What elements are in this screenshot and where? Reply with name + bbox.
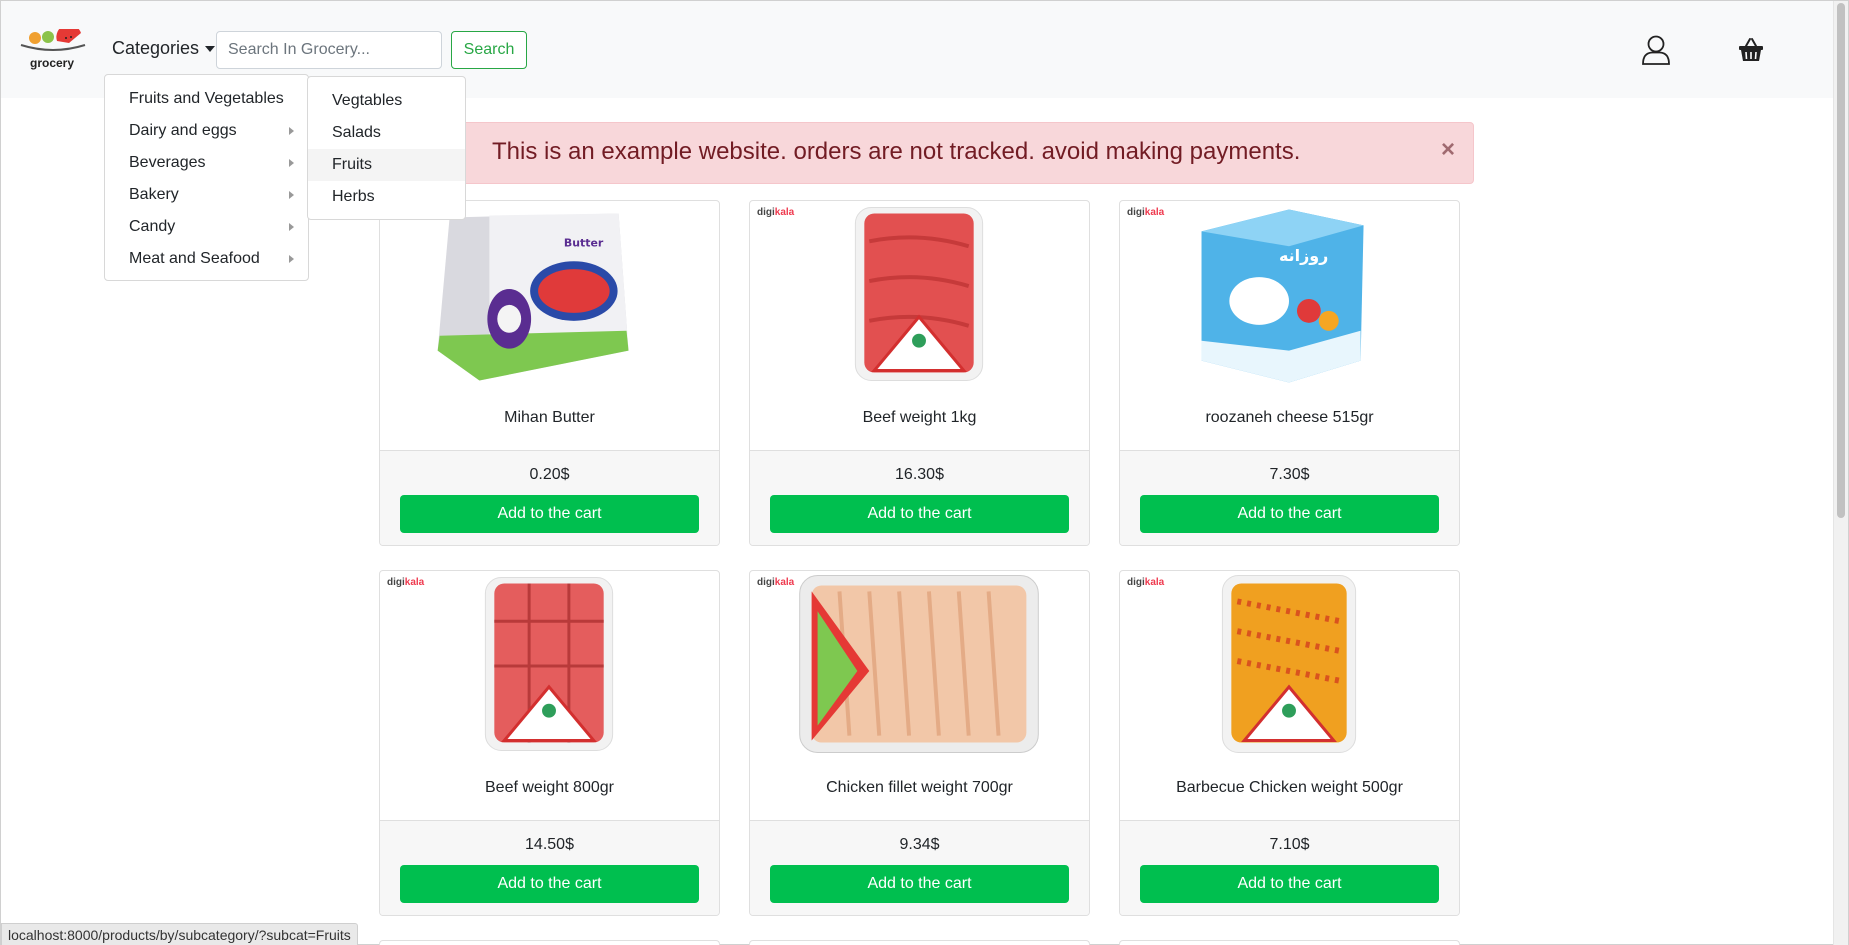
chevron-right-icon <box>289 255 294 263</box>
product-name[interactable]: Beef weight 1kg <box>750 409 1089 427</box>
product-image[interactable] <box>1120 571 1459 757</box>
category-item-dairy-and-eggs[interactable]: Dairy and eggs <box>105 115 308 147</box>
product-price: 14.50$ <box>525 836 574 853</box>
example-site-alert: This is an example website. orders are n… <box>458 122 1474 184</box>
add-to-cart-button[interactable]: Add to the cart <box>770 865 1069 903</box>
product-name[interactable]: Beef weight 800gr <box>380 779 719 797</box>
subcategory-item-herbs[interactable]: Herbs <box>308 181 465 213</box>
card-footer: 7.10$ Add to the cart <box>1120 820 1459 915</box>
categories-dropdown-toggle[interactable]: Categories <box>112 38 216 59</box>
product-image[interactable] <box>750 201 1089 387</box>
category-item-beverages[interactable]: Beverages <box>105 147 308 179</box>
subcategory-menu: Vegtables Salads Fruits Herbs <box>307 76 466 220</box>
add-to-cart-button[interactable]: Add to the cart <box>400 865 699 903</box>
product-card-partial <box>749 940 1090 945</box>
alert-text: This is an example website. orders are n… <box>492 138 1301 165</box>
product-image[interactable]: Butter <box>380 201 719 387</box>
product-image[interactable] <box>750 571 1089 757</box>
category-item-bakery[interactable]: Bakery <box>105 179 308 211</box>
product-card-partial <box>1119 940 1460 945</box>
caret-down-icon <box>205 46 216 53</box>
svg-text:Butter: Butter <box>564 236 604 249</box>
close-icon[interactable]: × <box>1441 136 1455 164</box>
product-card: digikala روزانه roozaneh cheese 515gr 7.… <box>1119 200 1460 546</box>
product-image[interactable] <box>380 571 719 757</box>
product-name[interactable]: Mihan Butter <box>380 409 719 427</box>
product-name[interactable]: Chicken fillet weight 700gr <box>750 779 1089 797</box>
card-footer: 9.34$ Add to the cart <box>750 820 1089 915</box>
product-price: 7.10$ <box>1269 836 1310 853</box>
product-card: Butter Mihan Butter 0.20$ Add to the car… <box>379 200 720 546</box>
subcategory-item-fruits[interactable]: Fruits <box>308 149 465 181</box>
add-to-cart-button[interactable]: Add to the cart <box>1140 495 1439 533</box>
chevron-right-icon <box>289 191 294 199</box>
vertical-scrollbar[interactable] <box>1833 1 1848 945</box>
category-label: Beverages <box>129 154 206 171</box>
subcategory-item-salads[interactable]: Salads <box>308 117 465 149</box>
subcategory-item-vegtables[interactable]: Vegtables <box>308 85 465 117</box>
product-card-partial <box>379 940 720 945</box>
chevron-right-icon <box>289 127 294 135</box>
category-label: Dairy and eggs <box>129 122 237 139</box>
product-price: 16.30$ <box>895 466 944 483</box>
product-price: 9.34$ <box>899 836 940 853</box>
product-name[interactable]: roozaneh cheese 515gr <box>1120 409 1459 427</box>
product-card: digikala Copyright Beef weight 1kg 16.30… <box>749 200 1090 546</box>
category-item-meat-and-seafood[interactable]: Meat and Seafood <box>105 243 308 275</box>
card-footer: 16.30$ Add to the cart <box>750 450 1089 545</box>
product-card: digikala Chicken fillet weight 700gr 9.3… <box>749 570 1090 916</box>
chevron-right-icon <box>289 159 294 167</box>
product-card: digikala Copyright Barbecue Chicken weig… <box>1119 570 1460 916</box>
scrollbar-thumb[interactable] <box>1837 3 1845 518</box>
product-card: digikala Copyright Beef weight 800gr 14.… <box>379 570 720 916</box>
search-button[interactable]: Search <box>451 31 527 69</box>
category-label: Candy <box>129 218 176 235</box>
categories-dropdown-menu: Fruits and Vegetables Dairy and eggs Bev… <box>104 74 309 281</box>
categories-label: Categories <box>112 38 200 58</box>
card-footer: 14.50$ Add to the cart <box>380 820 719 915</box>
svg-text:روزانه: روزانه <box>1279 246 1328 265</box>
product-price: 7.30$ <box>1269 466 1310 483</box>
category-label: Meat and Seafood <box>129 250 260 267</box>
link-status-bar: localhost:8000/products/by/subcategory/?… <box>1 923 358 945</box>
basket-icon[interactable] <box>1738 37 1764 63</box>
product-price: 0.20$ <box>529 466 570 483</box>
add-to-cart-button[interactable]: Add to the cart <box>1140 865 1439 903</box>
category-label: Bakery <box>129 186 179 203</box>
user-icon[interactable] <box>1641 34 1671 66</box>
add-to-cart-button[interactable]: Add to the cart <box>400 495 699 533</box>
add-to-cart-button[interactable]: Add to the cart <box>770 495 1069 533</box>
card-footer: 0.20$ Add to the cart <box>380 450 719 545</box>
chevron-right-icon <box>289 223 294 231</box>
card-footer: 7.30$ Add to the cart <box>1120 450 1459 545</box>
category-label: Fruits and Vegetables <box>129 90 284 107</box>
search-input[interactable] <box>216 31 442 69</box>
category-item-fruits-and-vegetables[interactable]: Fruits and Vegetables <box>105 83 308 115</box>
logo-text: grocery <box>30 56 75 70</box>
category-item-candy[interactable]: Candy <box>105 211 308 243</box>
product-image[interactable]: روزانه <box>1120 201 1459 387</box>
product-name[interactable]: Barbecue Chicken weight 500gr <box>1120 779 1459 797</box>
